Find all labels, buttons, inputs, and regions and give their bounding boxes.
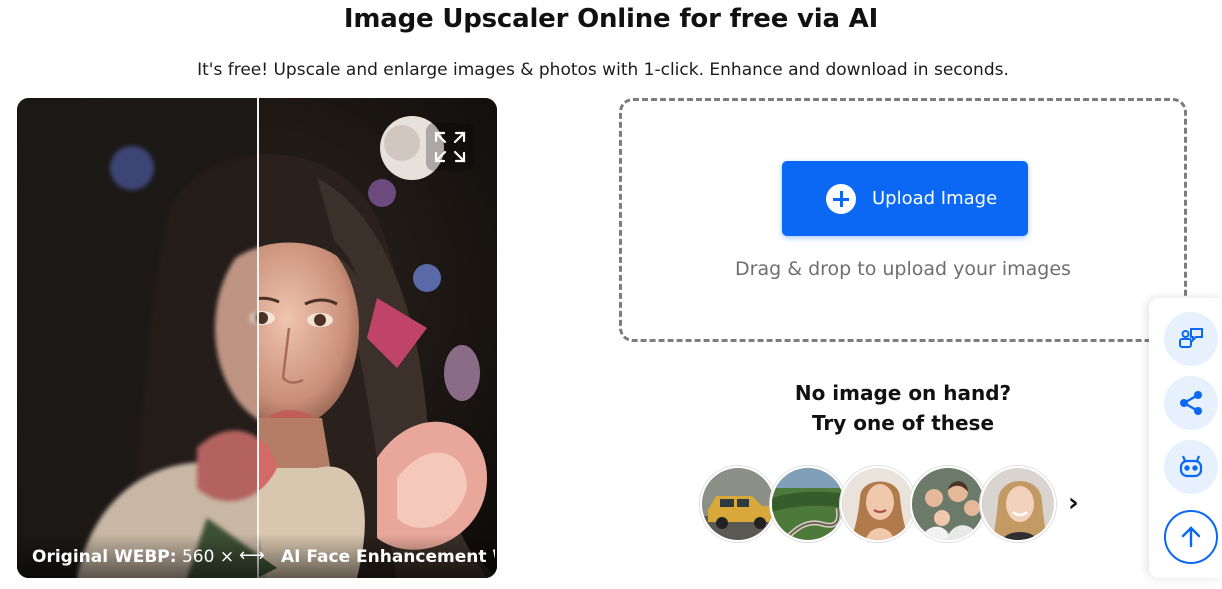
image-compare-viewer[interactable]: Original WEBP: 560 × ... ⟷ AI Face Enhan… <box>17 98 497 578</box>
sample-heading-line1: No image on hand? <box>794 381 1012 405</box>
upload-dropzone[interactable]: Upload Image Drag & drop to upload your … <box>619 98 1187 342</box>
compare-caption-bar: Original WEBP: 560 × ... ⟷ AI Face Enhan… <box>17 534 497 578</box>
chevron-right-icon[interactable]: › <box>1068 488 1079 518</box>
enhanced-label: AI Face Enhancement W... <box>281 547 495 567</box>
feedback-icon[interactable] <box>1164 312 1218 366</box>
page-subtitle: It's free! Upscale and enlarge images & … <box>197 60 1009 80</box>
compare-slider-handle[interactable] <box>257 98 259 578</box>
compare-arrow-icon: ⟷ <box>239 545 265 566</box>
sample-heading-line2: Try one of these <box>811 411 995 435</box>
plus-icon <box>826 184 856 214</box>
upload-button-label: Upload Image <box>872 188 998 209</box>
arrow-up-icon[interactable] <box>1164 510 1218 564</box>
sample-image-winding-road[interactable] <box>770 466 846 542</box>
drag-drop-hint: Drag & drop to upload your images <box>735 258 1071 280</box>
sample-image-family-photo[interactable] <box>910 466 986 542</box>
sample-image-yellow-car[interactable] <box>700 466 776 542</box>
sample-images <box>700 466 1060 542</box>
sample-image-woman-portrait[interactable] <box>840 466 916 542</box>
sample-image-smiling-woman[interactable] <box>980 466 1056 542</box>
expand-icon[interactable] <box>426 123 474 171</box>
floating-toolbar <box>1149 298 1222 578</box>
original-label: Original WEBP: 560 × ... <box>32 547 237 567</box>
upload-image-button[interactable]: Upload Image <box>782 161 1028 236</box>
share-icon[interactable] <box>1164 376 1218 430</box>
original-portrait-image <box>17 98 257 578</box>
page-title: Image Upscaler Online for free via AI <box>343 4 879 34</box>
robot-icon[interactable] <box>1164 440 1218 494</box>
sample-heading: No image on hand? Try one of these <box>703 378 1103 438</box>
